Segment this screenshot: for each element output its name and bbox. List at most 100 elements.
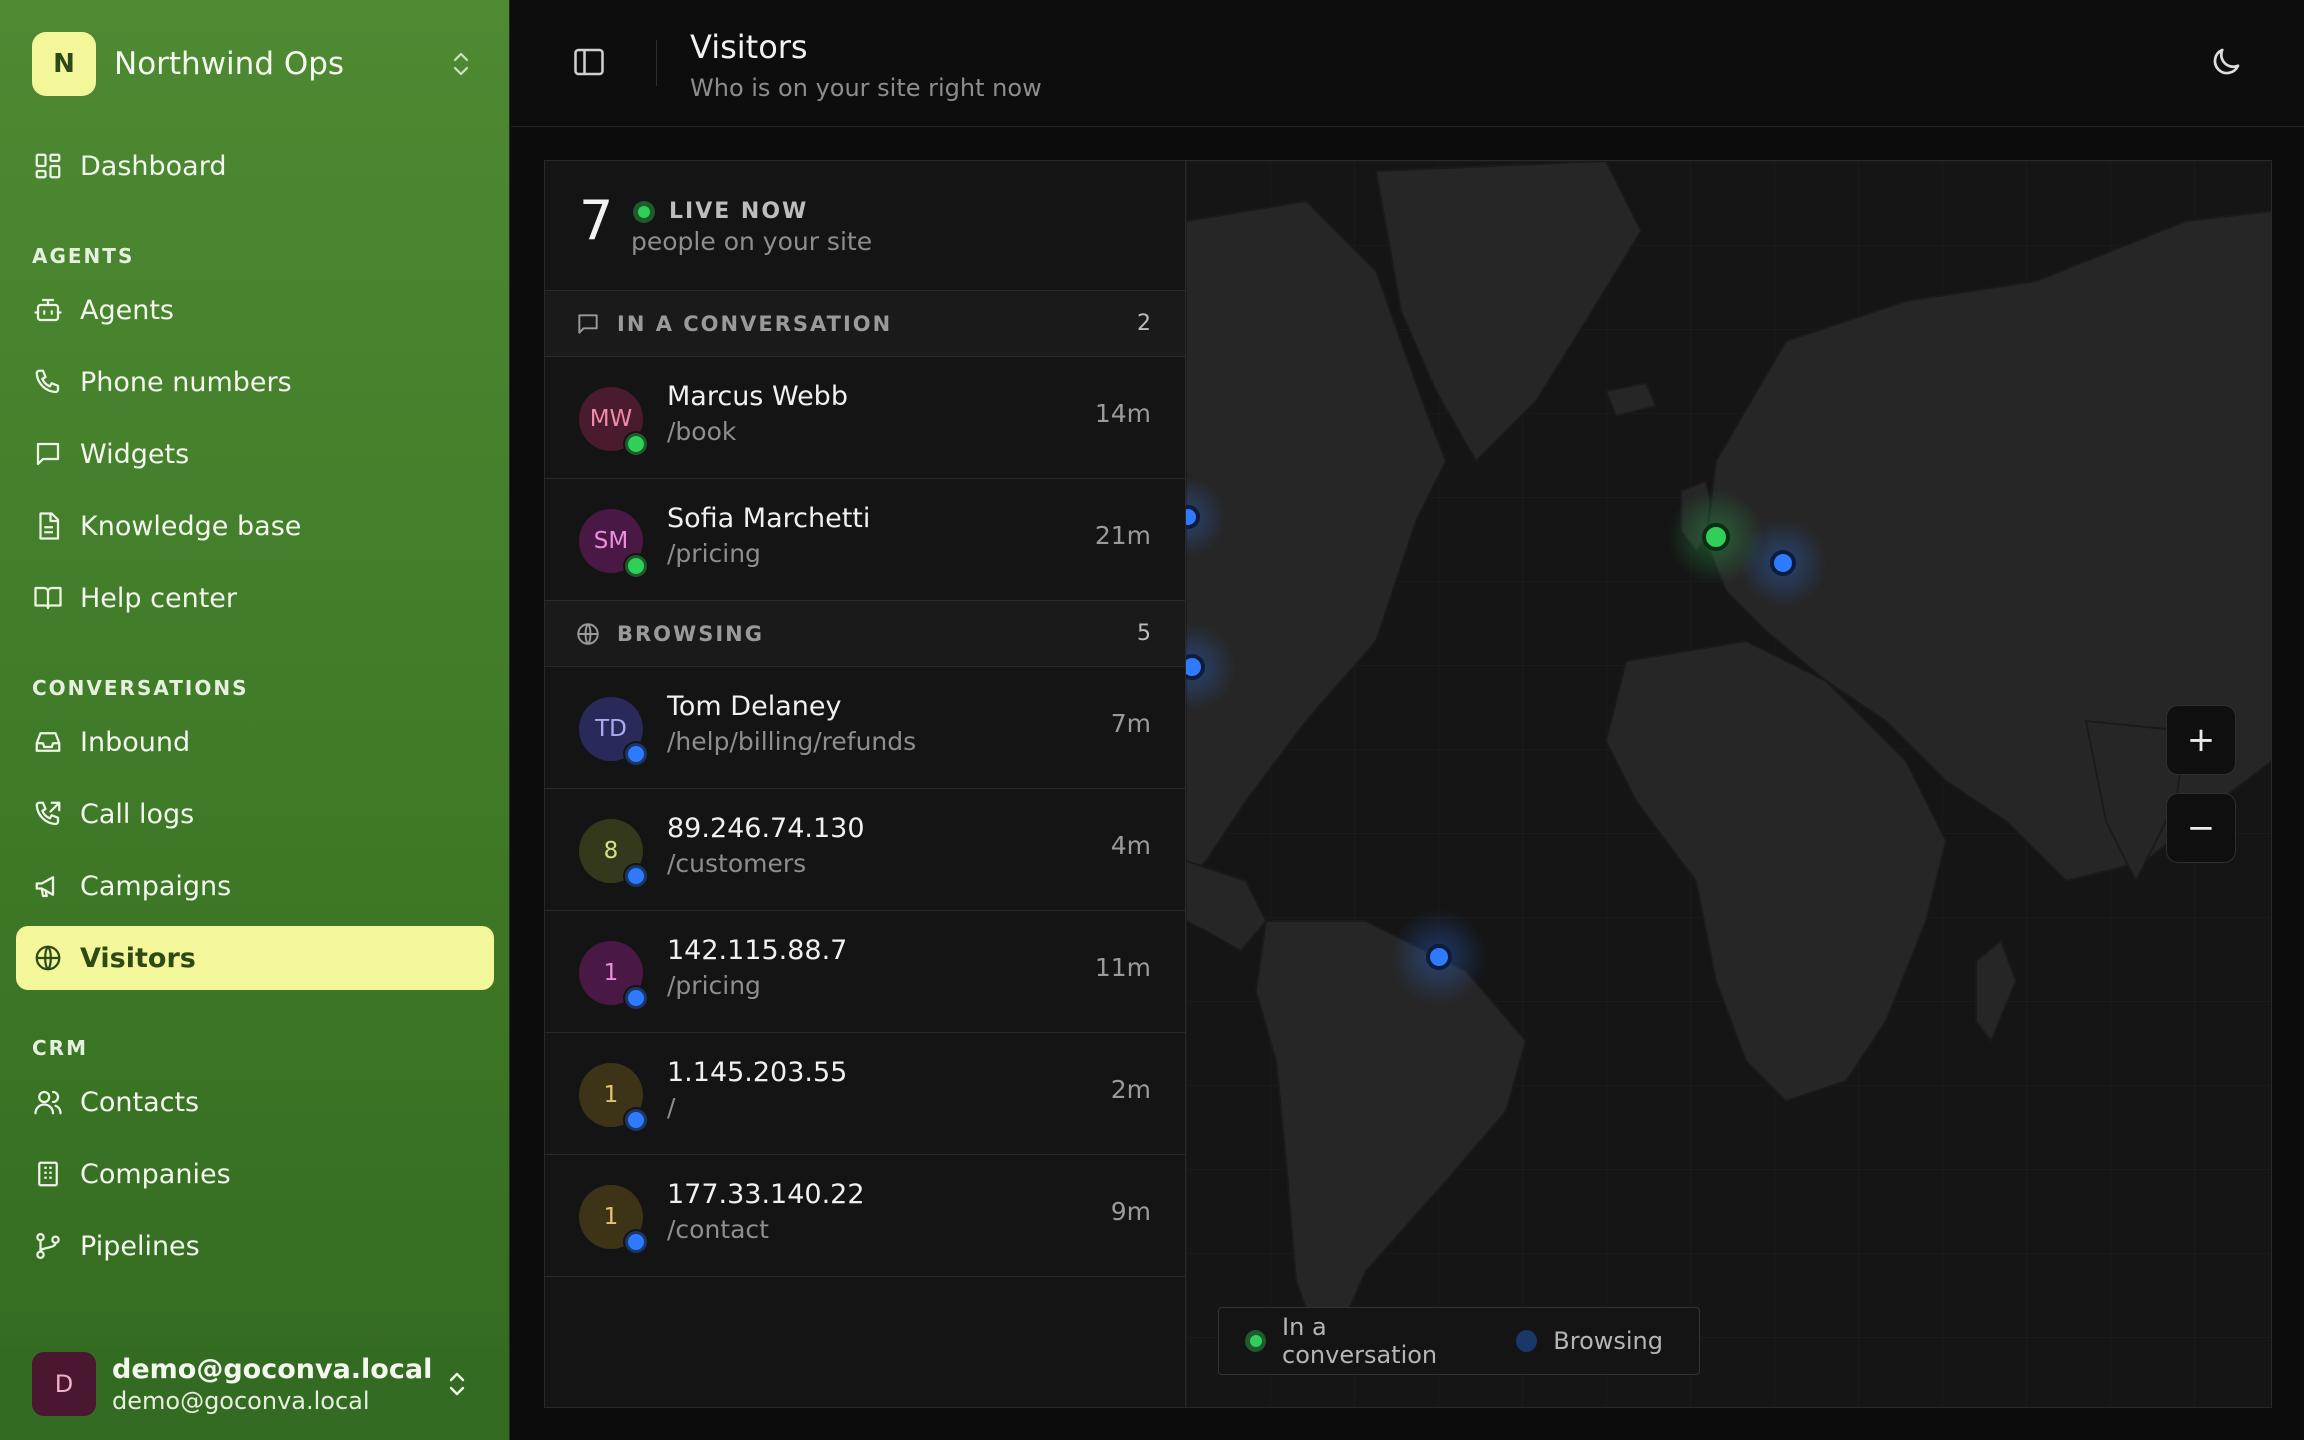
- robot-icon: [32, 294, 64, 326]
- map-legend: .legend .ld:nth-child(1)::after{backgrou…: [1218, 1307, 1700, 1375]
- visitor-row[interactable]: SM Sofia Marchetti /pricing 21m: [545, 479, 1185, 601]
- sidebar: N Northwind Ops Dashboard AGENTS Agents …: [0, 0, 510, 1440]
- world-map: [1186, 161, 2271, 1407]
- visitor-name: 142.115.88.7: [667, 935, 848, 966]
- nav-label: Companies: [80, 1158, 231, 1190]
- group-conversation-header: IN A CONVERSATION 2: [545, 291, 1185, 357]
- moon-icon[interactable]: [2208, 44, 2244, 80]
- group-label: IN A CONVERSATION: [617, 311, 893, 336]
- nav-call-logs[interactable]: Call logs: [16, 782, 494, 846]
- nav-agents[interactable]: Agents: [16, 278, 494, 342]
- visitor-name: Sofia Marchetti: [667, 503, 871, 534]
- user-email: demo@goconva.local: [112, 1386, 370, 1415]
- group-count: 5: [1137, 621, 1151, 646]
- building-icon: [32, 1158, 64, 1190]
- nav-inbound[interactable]: Inbound: [16, 710, 494, 774]
- nav-visitors[interactable]: Visitors: [16, 926, 494, 990]
- visitor-marker-browsing: [1426, 944, 1452, 970]
- dashboard-icon: [32, 150, 64, 182]
- megaphone-icon: [32, 870, 64, 902]
- group-browsing-header: BROWSING 5: [545, 601, 1185, 667]
- live-count: 7: [579, 189, 614, 252]
- phone-outgoing-icon: [32, 798, 64, 830]
- nav-widgets[interactable]: Widgets: [16, 422, 494, 486]
- visitor-name: 1.145.203.55: [667, 1057, 848, 1088]
- visitor-path: /contact: [667, 1215, 769, 1244]
- nav-label: Knowledge base: [80, 510, 302, 542]
- visitor-duration: 21m: [1094, 521, 1151, 550]
- visitor-duration: 11m: [1094, 953, 1151, 982]
- nav-label: Widgets: [80, 438, 190, 470]
- visitor-duration: 7m: [1110, 709, 1151, 738]
- visitor-name: Marcus Webb: [667, 381, 848, 412]
- nav-label: Pipelines: [80, 1230, 200, 1262]
- avatar: D: [32, 1352, 96, 1416]
- visitor-name: 177.33.140.22: [667, 1179, 865, 1210]
- zoom-out-button[interactable]: −: [2166, 793, 2236, 863]
- page-title: Visitors: [690, 28, 808, 66]
- inbox-icon: [32, 726, 64, 758]
- visitor-name: 89.246.74.130: [667, 813, 865, 844]
- nav-label: Dashboard: [80, 150, 227, 182]
- user-menu[interactable]: D demo@goconva.local demo@goconva.local: [0, 1328, 509, 1440]
- status-conversation-icon: [623, 553, 649, 579]
- page-subtitle: Who is on your site right now: [690, 74, 1042, 102]
- visitor-row[interactable]: TD Tom Delaney /help/billing/refunds 7m: [545, 667, 1185, 789]
- section-agents: AGENTS: [32, 244, 135, 268]
- book-open-icon: [32, 582, 64, 614]
- visitors-panel: 7 LIVE NOW people on your site IN A CONV…: [544, 160, 1186, 1408]
- visitor-row[interactable]: MW Marcus Webb /book 14m: [545, 357, 1185, 479]
- header-divider: [656, 40, 657, 86]
- nav-help-center[interactable]: Help center: [16, 566, 494, 630]
- visitor-marker-conversation: [1702, 523, 1730, 551]
- visitor-duration: 4m: [1110, 831, 1151, 860]
- file-text-icon: [32, 510, 64, 542]
- status-browsing-icon: [623, 1107, 649, 1133]
- nav-pipelines[interactable]: Pipelines: [16, 1214, 494, 1278]
- visitor-path: /: [667, 1093, 676, 1122]
- status-conversation-icon: [623, 431, 649, 457]
- group-label: BROWSING: [617, 621, 764, 646]
- nav-label: Agents: [80, 294, 174, 326]
- group-count: 2: [1137, 311, 1151, 336]
- visitor-row[interactable]: 1 177.33.140.22 /contact 9m: [545, 1155, 1185, 1277]
- legend-conversation: In a conversation: [1282, 1313, 1438, 1369]
- sidebar-toggle-icon[interactable]: [571, 44, 607, 80]
- visitor-row[interactable]: 1 1.145.203.55 / 2m: [545, 1033, 1185, 1155]
- nav-campaigns[interactable]: Campaigns: [16, 854, 494, 918]
- workspace-switcher[interactable]: N Northwind Ops: [32, 32, 478, 96]
- visitor-row[interactable]: 8 89.246.74.130 /customers 4m: [545, 789, 1185, 911]
- message-square-icon: [32, 438, 64, 470]
- section-conversations: CONVERSATIONS: [32, 676, 249, 700]
- status-browsing-icon: [623, 741, 649, 767]
- zoom-in-button[interactable]: +: [2166, 705, 2236, 775]
- visitor-map[interactable]: + − .legend .ld:nth-child(1)::after{back…: [1186, 160, 2272, 1408]
- live-subtitle: people on your site: [631, 227, 873, 256]
- nav-label: Call logs: [80, 798, 195, 830]
- nav-label: Phone numbers: [80, 366, 292, 398]
- status-browsing-icon: [623, 1229, 649, 1255]
- nav-label: Help center: [80, 582, 238, 614]
- browsing-dot-icon: [1516, 1330, 1538, 1352]
- status-browsing-icon: [623, 985, 649, 1011]
- nav-label: Contacts: [80, 1086, 200, 1118]
- nav-companies[interactable]: Companies: [16, 1142, 494, 1206]
- nav-contacts[interactable]: Contacts: [16, 1070, 494, 1134]
- nav-knowledge-base[interactable]: Knowledge base: [16, 494, 494, 558]
- users-icon: [32, 1086, 64, 1118]
- workspace-name: Northwind Ops: [114, 46, 345, 82]
- live-label: LIVE NOW: [669, 199, 809, 224]
- nav-label: Inbound: [80, 726, 191, 758]
- chevron-up-down-icon: [440, 1364, 474, 1404]
- live-indicator-icon: [633, 201, 655, 223]
- nav-label: Campaigns: [80, 870, 232, 902]
- chevron-up-down-icon: [444, 44, 478, 84]
- visitor-duration: 14m: [1094, 399, 1151, 428]
- visitor-duration: 9m: [1110, 1197, 1151, 1226]
- visitor-path: /customers: [667, 849, 807, 878]
- nav-phone-numbers[interactable]: Phone numbers: [16, 350, 494, 414]
- message-square-icon: [575, 311, 601, 337]
- nav-dashboard[interactable]: Dashboard: [16, 134, 494, 198]
- visitor-row[interactable]: 1 142.115.88.7 /pricing 11m: [545, 911, 1185, 1033]
- globe-icon: [575, 621, 601, 647]
